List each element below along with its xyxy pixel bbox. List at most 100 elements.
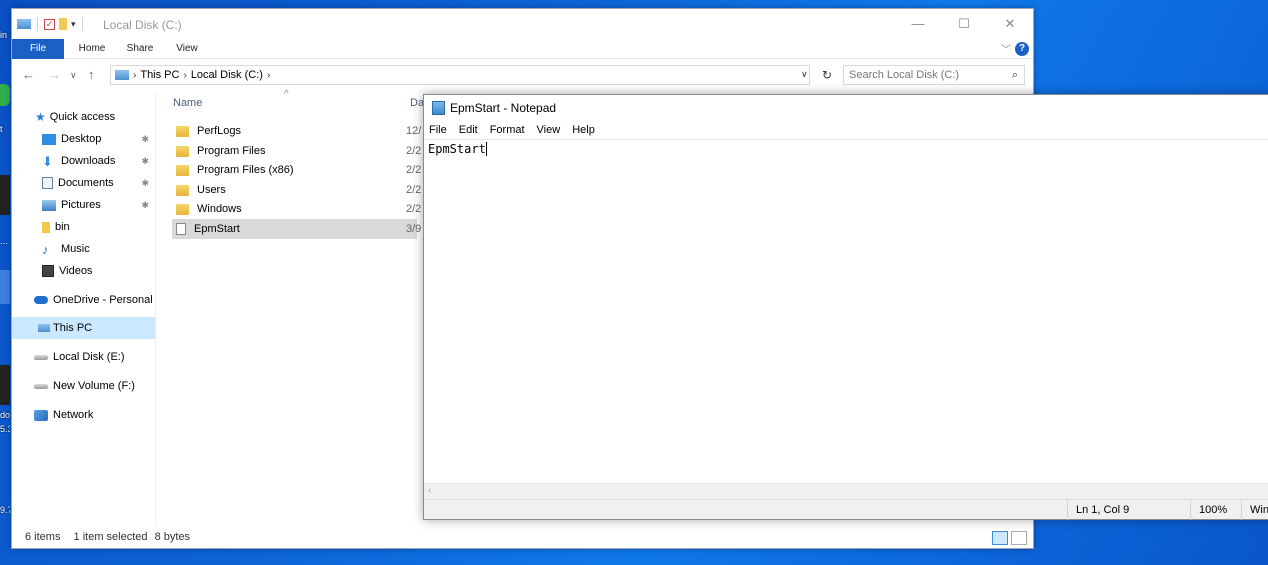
help-icon[interactable]: ? (1015, 42, 1029, 56)
line-ending: Wind (1241, 500, 1268, 520)
pin-icon[interactable]: ✱ (141, 128, 149, 150)
nav-network[interactable]: Network (12, 404, 155, 426)
recent-locations-chevron-icon[interactable]: ∨ (70, 70, 77, 81)
menu-edit[interactable]: Edit (458, 124, 479, 136)
downloads-icon: ⬇ (42, 153, 53, 169)
folder-icon (176, 184, 189, 196)
nav-new-volume-f[interactable]: New Volume (F:) (12, 375, 155, 397)
breadcrumb-local-disk-c[interactable]: Local Disk (C:) (191, 69, 263, 81)
tab-file[interactable]: File (12, 39, 64, 59)
properties-icon[interactable]: ✓ (44, 18, 55, 30)
forward-arrow-icon[interactable]: → (48, 67, 61, 82)
menu-file[interactable]: File (428, 124, 448, 136)
pin-icon[interactable]: ✱ (141, 194, 149, 216)
notepad-titlebar[interactable]: EpmStart - Notepad (432, 101, 556, 115)
nav-documents[interactable]: Documents ✱ (12, 172, 155, 194)
desktop-icon[interactable] (0, 84, 10, 106)
nav-label: Pictures (61, 199, 101, 211)
file-name: Users (197, 184, 226, 196)
column-header-date[interactable]: Da (410, 97, 424, 109)
details-view-icon[interactable] (992, 531, 1008, 545)
menu-view[interactable]: View (536, 124, 562, 136)
explorer-titlebar[interactable]: ✓ ▾ Local Disk (C:) — ☐ ✕ (12, 9, 1033, 39)
file-date: 3/9 (406, 223, 422, 235)
tab-view[interactable]: View (167, 39, 207, 59)
back-arrow-icon[interactable]: ← (22, 67, 35, 82)
file-name: Windows (197, 203, 242, 215)
nav-onedrive[interactable]: OneDrive - Personal (12, 289, 155, 311)
sort-ascending-icon: ^ (284, 89, 289, 100)
ribbon-tabs: File Home Share View ﹀ ? (12, 39, 1033, 59)
nav-bin[interactable]: bin (12, 216, 155, 238)
desktop-icon-label: 9.7 (0, 505, 10, 515)
desktop-icon (42, 133, 56, 145)
nav-this-pc[interactable]: This PC (12, 317, 155, 339)
search-input[interactable]: Search Local Disk (C:) ⌕ (843, 65, 1025, 85)
window-controls: — ☐ ✕ (895, 9, 1033, 39)
this-pc-icon[interactable] (17, 19, 31, 29)
nav-desktop[interactable]: Desktop ✱ (12, 128, 155, 150)
text-caret (485, 142, 487, 156)
expand-ribbon-chevron-icon[interactable]: ﹀ (1001, 41, 1011, 56)
pin-icon[interactable]: ✱ (141, 172, 149, 194)
nav-downloads[interactable]: ⬇ Downloads ✱ (12, 150, 155, 172)
address-dropdown-chevron-icon[interactable]: ∨ (801, 69, 808, 80)
menu-format[interactable]: Format (489, 124, 526, 136)
breadcrumb-chevron-icon[interactable]: › (267, 70, 270, 81)
tab-home[interactable]: Home (72, 39, 112, 59)
minimize-button[interactable]: — (895, 9, 941, 39)
nav-label: This PC (53, 322, 93, 334)
nav-videos[interactable]: Videos (12, 260, 155, 282)
desktop-icon-label: 5.3 (0, 424, 10, 434)
new-folder-icon[interactable] (59, 18, 67, 30)
address-bar[interactable]: › This PC › Local Disk (C:) › (110, 65, 810, 85)
navigation-pane: ★ Quick access Desktop ✱ ⬇ Downloads ✱ D… (12, 93, 156, 526)
breadcrumb-this-pc[interactable]: This PC (140, 69, 179, 81)
nav-label: bin (55, 221, 70, 233)
list-item[interactable]: Program Files (x86) 2/2 (172, 160, 421, 180)
divider (37, 17, 38, 31)
nav-quick-access[interactable]: ★ Quick access (12, 106, 155, 128)
large-icons-view-icon[interactable] (1011, 531, 1027, 545)
maximize-button[interactable]: ☐ (941, 9, 987, 39)
file-date: 12/ (406, 125, 422, 137)
file-name: Program Files (x86) (197, 164, 294, 176)
zoom-level: 100% (1190, 500, 1227, 520)
breadcrumb-chevron-icon[interactable]: › (133, 70, 136, 81)
drive-icon (34, 383, 48, 389)
desktop-icon[interactable] (0, 175, 10, 215)
pictures-icon (42, 199, 56, 211)
notepad-window: EpmStart - Notepad File Edit Format View… (423, 94, 1268, 520)
tab-share[interactable]: Share (120, 39, 160, 59)
desktop-icon[interactable] (0, 365, 10, 405)
list-item[interactable]: Users 2/2 (172, 180, 421, 200)
nav-music[interactable]: ♪ Music (12, 238, 155, 260)
music-icon: ♪ (42, 241, 49, 257)
refresh-icon[interactable]: ↻ (817, 65, 837, 85)
customize-qat-chevron-icon[interactable]: ▾ (71, 19, 76, 30)
address-row: ← → ∨ ↑ › This PC › Local Disk (C:) › ∨ … (12, 65, 1033, 87)
close-button[interactable]: ✕ (987, 9, 1033, 39)
list-item[interactable]: Windows 2/2 (172, 199, 421, 219)
nav-local-disk-e[interactable]: Local Disk (E:) (12, 346, 155, 368)
documents-icon (42, 177, 53, 189)
pin-icon[interactable]: ✱ (141, 150, 149, 172)
horizontal-scrollbar[interactable]: ‹ (424, 483, 1268, 499)
text-editor[interactable]: EpmStart (424, 139, 1268, 483)
editor-text: EpmStart (428, 142, 486, 156)
selection-size: 8 bytes (154, 531, 191, 543)
nav-pictures[interactable]: Pictures ✱ (12, 194, 155, 216)
up-arrow-icon[interactable]: ↑ (88, 67, 95, 82)
file-name: EpmStart (194, 223, 240, 235)
list-item[interactable]: EpmStart 3/9 (172, 219, 421, 239)
window-title: EpmStart - Notepad (450, 101, 557, 115)
list-item[interactable]: PerfLogs 12/ (172, 121, 421, 141)
scroll-left-icon[interactable]: ‹ (428, 485, 431, 496)
notepad-status-bar: Ln 1, Col 9 100% Wind (424, 499, 1268, 520)
column-header-name[interactable]: Name (173, 97, 202, 109)
list-item[interactable]: Program Files 2/2 (172, 141, 421, 161)
breadcrumb-chevron-icon[interactable]: › (183, 70, 186, 81)
text-file-icon (176, 223, 186, 235)
desktop-icon[interactable] (0, 270, 10, 304)
menu-help[interactable]: Help (571, 124, 596, 136)
